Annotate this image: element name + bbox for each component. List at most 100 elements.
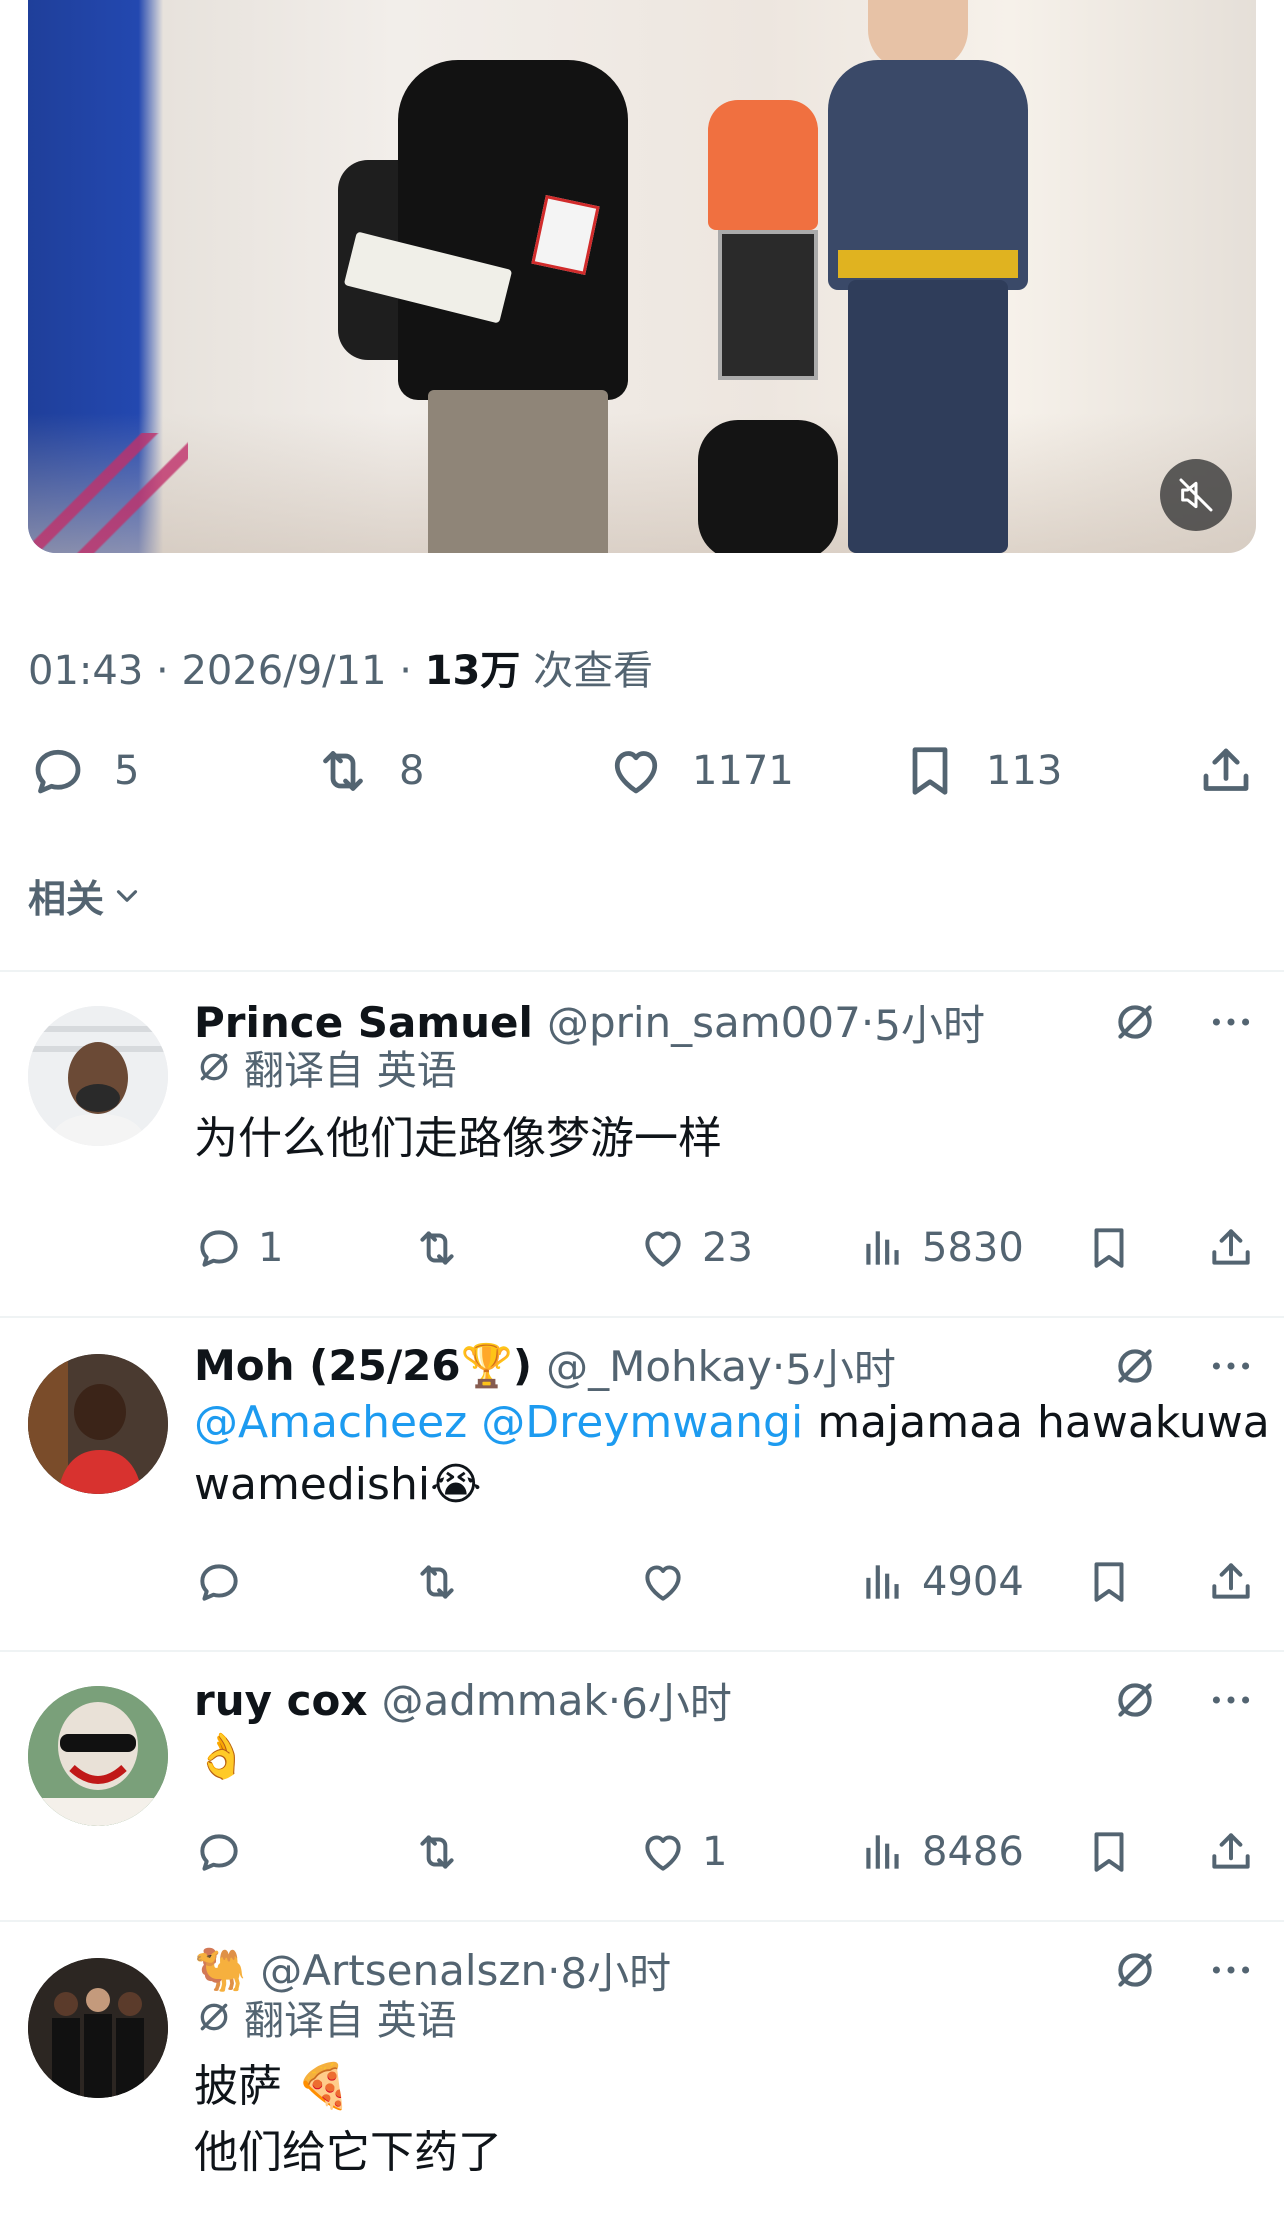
like-button[interactable] [638, 1554, 702, 1610]
handle[interactable]: @prin_sam007 [547, 998, 861, 1047]
like-button[interactable]: 23 [638, 1220, 753, 1276]
reply-header: ruy cox @admmak · 6小时 [194, 1672, 732, 1728]
views-button[interactable]: 4904 [858, 1554, 1024, 1610]
bookmark-button[interactable] [1084, 1554, 1134, 1610]
retweet-icon [323, 751, 363, 791]
reply-actions: 1 8486 [194, 1824, 1256, 1880]
share-button[interactable] [1206, 1554, 1256, 1610]
bookmark-count: 113 [986, 748, 1063, 794]
tweet-time: 01:43 [28, 648, 144, 694]
avatar-image [28, 1958, 168, 2098]
divider [0, 1650, 1284, 1652]
video-person-left [338, 50, 658, 553]
views-button[interactable]: 8486 [858, 1824, 1024, 1880]
grok-icon[interactable] [1110, 1945, 1160, 1995]
bookmark-button[interactable] [1084, 1220, 1134, 1276]
unmute-button[interactable] [1160, 459, 1232, 531]
crying-emoji: 😭 [430, 1459, 482, 1510]
avatar-image [28, 1354, 168, 1494]
tweet-actions: 5 8 1171 113 [28, 738, 1256, 804]
bookmark-icon [1094, 1832, 1124, 1872]
pizza-emoji: 🍕 [296, 2061, 351, 2112]
avatar[interactable] [28, 1006, 168, 1146]
more-options-icon[interactable] [1206, 1675, 1256, 1725]
divider [0, 970, 1284, 972]
bookmark-button[interactable]: 113 [900, 738, 1062, 804]
retweet-button[interactable] [412, 1824, 476, 1880]
share-icon [1212, 1563, 1250, 1599]
related-label: 相关 [28, 877, 105, 921]
retweet-icon [420, 1835, 454, 1869]
heart-icon [645, 1835, 681, 1871]
like-count: 1171 [692, 748, 794, 794]
reply-header-controls [1110, 1338, 1256, 1394]
like-count: 23 [702, 1225, 753, 1271]
retweet-button[interactable]: 8 [313, 738, 424, 804]
retweet-icon [420, 1565, 454, 1599]
timestamp[interactable]: 5小时 [785, 1336, 896, 1397]
reply-icon [200, 1564, 238, 1601]
mention-link[interactable]: @Dreymwangi [481, 1397, 803, 1448]
heart-icon [614, 751, 658, 794]
display-name[interactable]: ruy cox [194, 1676, 367, 1725]
bookmark-button[interactable] [1084, 1824, 1134, 1880]
handle[interactable]: @admmak [381, 1676, 607, 1725]
share-icon [1203, 748, 1249, 791]
reply-button[interactable]: 5 [28, 738, 139, 804]
muted-speaker-icon [1179, 478, 1213, 512]
avatar[interactable] [28, 1686, 168, 1826]
reply-text: 披萨 🍕 他们给它下药了 [194, 2061, 502, 2178]
avatar[interactable] [28, 1354, 168, 1494]
retweet-button[interactable] [412, 1554, 476, 1610]
translated-from[interactable]: 翻译自 英语 [194, 1042, 457, 1094]
translate-icon [200, 2003, 228, 2031]
video-player[interactable] [28, 0, 1256, 553]
share-icon [1212, 1229, 1250, 1265]
share-button[interactable] [1206, 1824, 1256, 1880]
display-name[interactable]: Moh (25/26🏆) [194, 1341, 532, 1391]
reply-button[interactable] [194, 1824, 258, 1880]
avatar[interactable] [28, 1958, 168, 2098]
share-button[interactable] [1206, 1220, 1256, 1276]
more-options-icon[interactable] [1206, 997, 1256, 1047]
chevron-down-icon [116, 889, 138, 902]
divider [0, 1316, 1284, 1318]
retweet-button[interactable] [412, 1220, 476, 1276]
retweet-icon [420, 1231, 454, 1265]
mention-link[interactable]: @Amacheez [194, 1397, 467, 1448]
timestamp[interactable]: 6小时 [621, 1670, 732, 1731]
grok-icon[interactable] [1110, 1341, 1160, 1391]
avatar-image [28, 1686, 168, 1826]
translated-from[interactable]: 翻译自 英语 [194, 1992, 457, 2044]
reply-count: 1 [258, 1225, 284, 1271]
reply-button[interactable] [194, 1554, 258, 1610]
divider [0, 1920, 1284, 1922]
tweet-meta: 01:43 · 2026/9/11 · 13万 次查看 [28, 648, 654, 694]
like-button[interactable]: 1171 [606, 738, 794, 804]
reply-icon [35, 749, 81, 794]
more-options-icon[interactable] [1206, 1341, 1256, 1391]
timestamp[interactable]: 5小时 [874, 992, 985, 1053]
reply-button[interactable]: 1 [194, 1220, 283, 1276]
view-count: 8486 [922, 1829, 1024, 1875]
grok-icon[interactable] [1110, 1675, 1160, 1725]
related-dropdown[interactable]: 相关 [28, 868, 144, 923]
handle[interactable]: @_Mohkay [546, 1342, 772, 1391]
views-button[interactable]: 5830 [858, 1220, 1024, 1276]
display-name-camel-emoji[interactable]: 🐫 [194, 1945, 246, 1995]
reply-header-controls [1110, 994, 1256, 1050]
trophy-emoji: 🏆 [460, 1341, 513, 1390]
like-button[interactable]: 1 [638, 1824, 727, 1880]
reply-header-controls [1110, 1672, 1256, 1728]
reply-text: 👌 [194, 1726, 249, 1788]
share-button[interactable] [1196, 738, 1256, 804]
timestamp[interactable]: 8小时 [560, 1940, 671, 2001]
share-icon [1212, 1833, 1250, 1869]
grok-icon[interactable] [1110, 997, 1160, 1047]
view-count: 4904 [922, 1559, 1024, 1605]
view-count: 13万 [424, 648, 521, 694]
analytics-icon [866, 1231, 899, 1265]
more-options-icon[interactable] [1206, 1945, 1256, 1995]
video-stripe [28, 433, 188, 553]
tweet-date[interactable]: 2026/9/11 [181, 648, 386, 694]
